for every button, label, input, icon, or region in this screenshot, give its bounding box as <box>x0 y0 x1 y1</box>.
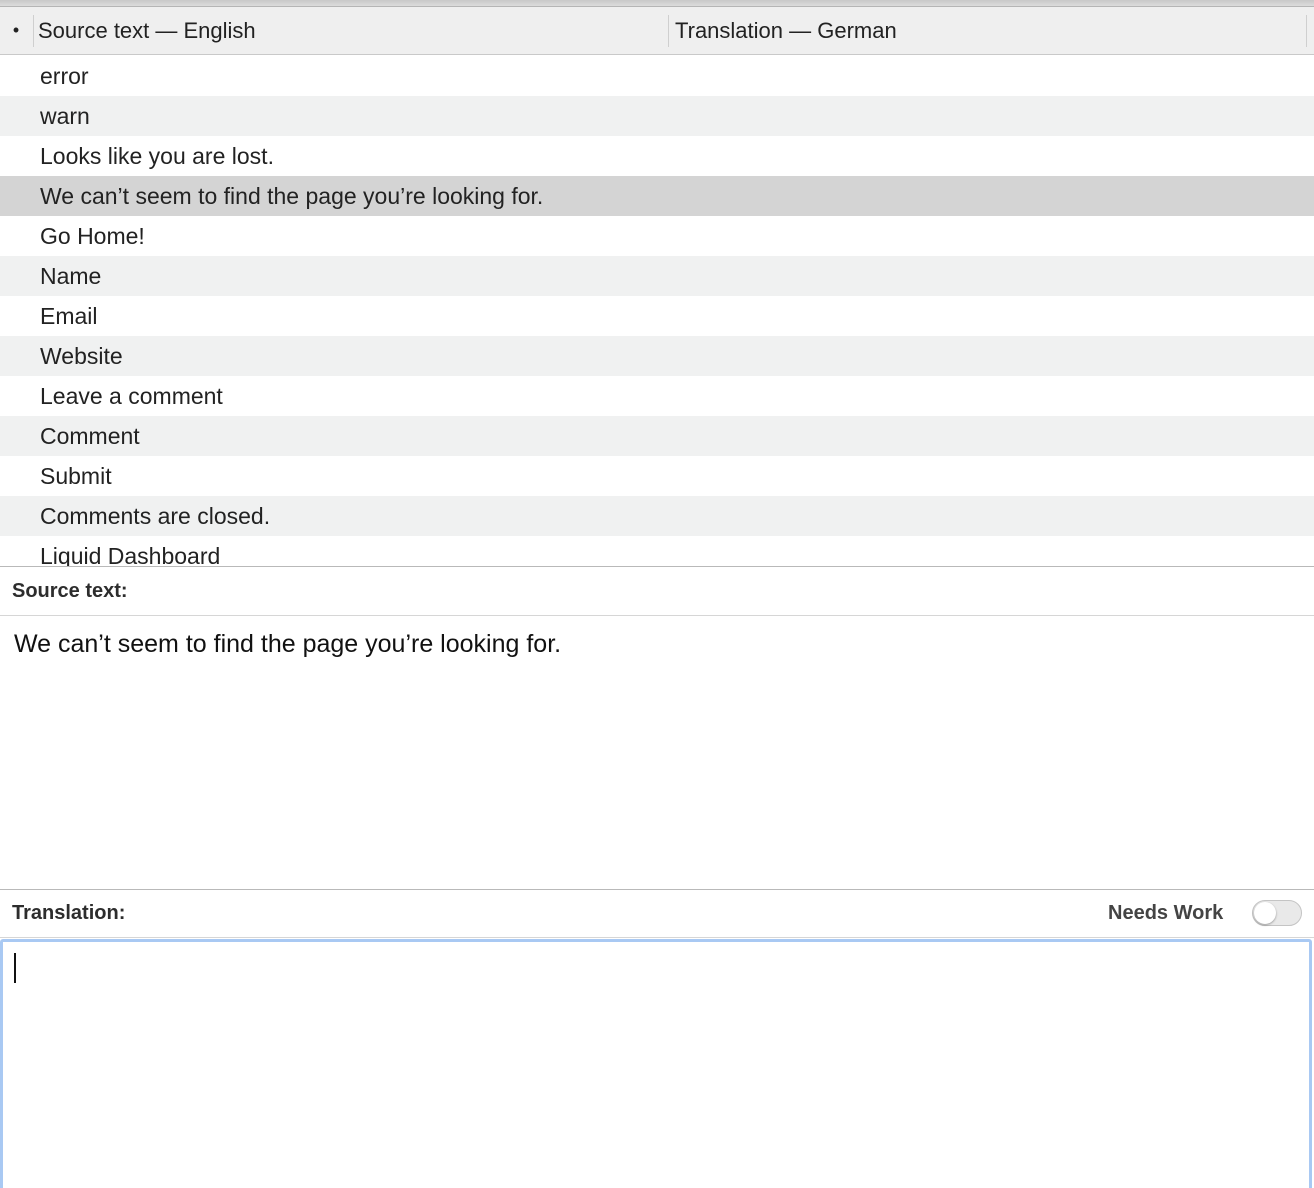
table-row[interactable]: Email <box>0 296 1314 336</box>
table-row[interactable]: Submit <box>0 456 1314 496</box>
translation-column-header[interactable]: Translation — German <box>675 7 897 54</box>
needs-work-toggle[interactable] <box>1252 900 1302 926</box>
row-source-text: We can’t seem to find the page you’re lo… <box>40 182 544 209</box>
source-column-header[interactable]: Source text — English <box>38 7 256 54</box>
panel-divider[interactable] <box>0 889 1314 890</box>
table-row[interactable]: Go Home! <box>0 216 1314 256</box>
translation-label: Translation: <box>12 902 126 924</box>
row-source-text: Comments are closed. <box>40 502 271 529</box>
row-source-text: Submit <box>40 462 112 489</box>
needs-work-label: Needs Work <box>1108 902 1224 924</box>
row-source-text: Leave a comment <box>40 382 223 409</box>
row-source-text: Website <box>40 342 123 369</box>
table-row[interactable]: Looks like you are lost. <box>0 136 1314 176</box>
row-source-text: Comment <box>40 422 140 449</box>
source-text-label: Source text: <box>12 580 128 602</box>
column-divider[interactable] <box>668 15 669 47</box>
table-row[interactable]: Comment <box>0 416 1314 456</box>
table-row[interactable]: Leave a comment <box>0 376 1314 416</box>
table-row[interactable]: error <box>0 56 1314 96</box>
source-text-display: We can’t seem to find the page you’re lo… <box>14 630 562 658</box>
table-row[interactable]: Website <box>0 336 1314 376</box>
table-row[interactable]: Liquid Dashboard <box>0 536 1314 567</box>
row-source-text: Email <box>40 302 98 329</box>
table-row-selected[interactable]: We can’t seem to find the page you’re lo… <box>0 176 1314 216</box>
toggle-knob <box>1254 902 1276 924</box>
translation-input[interactable] <box>0 939 1312 1188</box>
column-divider[interactable] <box>33 15 34 47</box>
strings-table: error warn Looks like you are lost. We c… <box>0 56 1314 566</box>
table-row[interactable]: Comments are closed. <box>0 496 1314 536</box>
text-caret <box>14 953 16 983</box>
row-source-text: Looks like you are lost. <box>40 142 274 169</box>
row-source-text: Name <box>40 262 102 289</box>
column-divider[interactable] <box>1306 15 1307 47</box>
row-source-text: warn <box>40 102 90 129</box>
separator <box>0 937 1314 938</box>
table-header: • Source text — English Translation — Ge… <box>0 7 1314 55</box>
translation-editor-window: • Source text — English Translation — Ge… <box>0 0 1314 1188</box>
window-top-edge <box>0 0 1314 7</box>
table-row[interactable]: Name <box>0 256 1314 296</box>
table-row[interactable]: warn <box>0 96 1314 136</box>
panel-divider[interactable] <box>0 566 1314 567</box>
row-source-text: Liquid Dashboard <box>40 542 221 567</box>
state-column-header[interactable]: • <box>0 7 32 54</box>
row-source-text: error <box>40 62 89 89</box>
separator <box>0 615 1314 616</box>
row-source-text: Go Home! <box>40 222 145 249</box>
